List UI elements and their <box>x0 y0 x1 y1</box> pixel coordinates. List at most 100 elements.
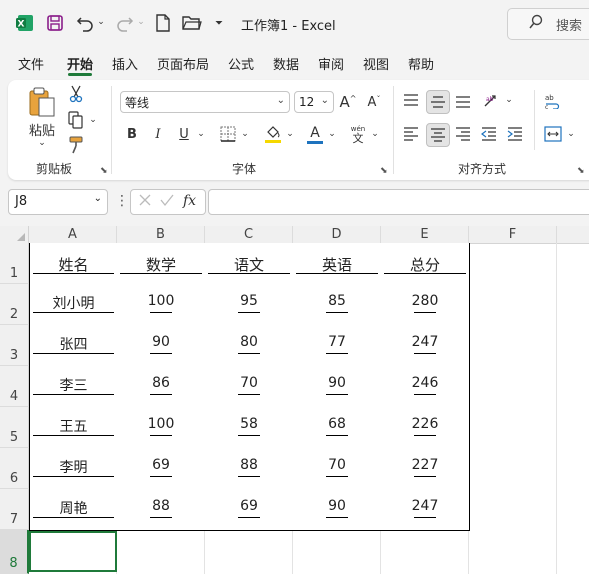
copy-dropdown-icon[interactable]: ⌄ <box>88 113 98 127</box>
table-cell[interactable]: 95 <box>205 284 294 326</box>
tab-page-layout[interactable]: 页面布局 <box>157 54 209 73</box>
table-cell[interactable]: 张四 <box>29 325 118 367</box>
row-header-4[interactable]: 4 <box>0 366 29 407</box>
table-cell[interactable]: 280 <box>381 284 470 326</box>
tab-formulas[interactable]: 公式 <box>228 54 254 73</box>
clipboard-launcher-icon[interactable]: ⬊ <box>100 166 108 176</box>
table-cell[interactable]: 80 <box>205 325 294 367</box>
font-launcher-icon[interactable]: ⬊ <box>380 166 388 176</box>
table-cell[interactable]: 85 <box>293 284 382 326</box>
save-icon[interactable] <box>44 12 66 34</box>
table-cell[interactable]: 90 <box>293 366 382 408</box>
align-center-icon[interactable] <box>426 123 450 147</box>
name-box[interactable]: J8 ⌄ <box>8 189 108 215</box>
header-cell[interactable]: 数学 <box>117 243 206 285</box>
row-header-6[interactable]: 6 <box>0 448 29 489</box>
table-cell[interactable]: 227 <box>381 448 470 490</box>
align-right-icon[interactable] <box>452 123 474 145</box>
underline-dropdown-icon[interactable]: ⌄ <box>196 126 206 142</box>
tab-help[interactable]: 帮助 <box>408 54 434 73</box>
row-header-7[interactable]: 7 <box>0 489 29 530</box>
header-cell[interactable]: 总分 <box>381 243 470 285</box>
header-cell[interactable]: 姓名 <box>29 243 118 285</box>
table-cell[interactable]: 246 <box>381 366 470 408</box>
tab-home[interactable]: 开始 <box>67 54 93 73</box>
borders-dropdown-icon[interactable]: ⌄ <box>240 126 250 142</box>
increase-indent-icon[interactable] <box>504 123 526 145</box>
table-cell[interactable]: 90 <box>293 489 382 531</box>
column-header-d[interactable]: D <box>293 226 381 243</box>
tab-insert[interactable]: 插入 <box>112 54 138 73</box>
borders-icon[interactable] <box>218 124 238 144</box>
new-file-icon[interactable] <box>152 12 174 34</box>
tab-data[interactable]: 数据 <box>273 54 299 73</box>
font-color-dropdown-icon[interactable]: ⌄ <box>327 126 337 142</box>
underline-button[interactable]: U <box>174 123 194 145</box>
fill-color-icon[interactable] <box>262 122 284 146</box>
copy-icon[interactable] <box>66 110 86 130</box>
wrap-text-icon[interactable]: ab c <box>542 90 564 112</box>
table-cell[interactable]: 90 <box>117 325 206 367</box>
increase-font-size-button[interactable]: A ^ <box>338 91 358 113</box>
tab-file[interactable]: 文件 <box>18 54 44 73</box>
search-box[interactable]: 搜索 <box>507 8 589 40</box>
column-header-f[interactable]: F <box>469 226 557 243</box>
fill-color-dropdown-icon[interactable]: ⌄ <box>285 126 295 142</box>
font-name-select[interactable]: 等线 ⌄ <box>120 91 290 113</box>
table-cell[interactable]: 王五 <box>29 407 118 449</box>
row-header-3[interactable]: 3 <box>0 325 29 366</box>
table-cell[interactable]: 李三 <box>29 366 118 408</box>
row-header-8[interactable]: 8 <box>0 530 29 574</box>
tab-review[interactable]: 审阅 <box>318 54 344 73</box>
column-header-c[interactable]: C <box>205 226 293 243</box>
tab-view[interactable]: 视图 <box>363 54 389 73</box>
table-cell[interactable]: 周艳 <box>29 489 118 531</box>
format-painter-icon[interactable] <box>66 135 86 155</box>
row-header-5[interactable]: 5 <box>0 407 29 448</box>
column-header-a[interactable]: A <box>29 226 117 243</box>
table-cell[interactable]: 88 <box>117 489 206 531</box>
table-cell[interactable]: 69 <box>117 448 206 490</box>
header-cell[interactable]: 语文 <box>205 243 294 285</box>
align-left-icon[interactable] <box>400 123 422 145</box>
decrease-font-size-button[interactable]: Aˇ <box>364 91 384 113</box>
worksheet-grid[interactable]: A B C D E F 1 2 3 4 5 6 7 8 姓名 数学 语文 英语 总分 刘小… <box>0 226 589 574</box>
more-options-icon[interactable]: ⋮ <box>115 193 129 209</box>
open-folder-icon[interactable] <box>180 12 204 34</box>
table-cell[interactable]: 226 <box>381 407 470 449</box>
align-middle-icon[interactable] <box>426 90 450 114</box>
table-cell[interactable]: 70 <box>205 366 294 408</box>
align-bottom-icon[interactable] <box>452 90 474 112</box>
table-cell[interactable]: 李明 <box>29 448 118 490</box>
alignment-launcher-icon[interactable]: ⬊ <box>577 166 585 176</box>
table-cell[interactable]: 58 <box>205 407 294 449</box>
row-header-1[interactable]: 1 <box>0 243 29 284</box>
table-cell[interactable]: 100 <box>117 407 206 449</box>
phonetic-dropdown-icon[interactable]: ⌄ <box>370 126 380 142</box>
orientation-dropdown-icon[interactable]: ⌄ <box>504 92 514 108</box>
insert-function-icon[interactable]: fx <box>183 193 196 209</box>
row-header-2[interactable]: 2 <box>0 284 29 325</box>
column-header-b[interactable]: B <box>117 226 205 243</box>
table-cell[interactable]: 70 <box>293 448 382 490</box>
table-cell[interactable]: 68 <box>293 407 382 449</box>
phonetic-guide-button[interactable]: wén 文 <box>346 122 370 146</box>
font-size-select[interactable]: 12 ⌄ <box>294 91 334 113</box>
table-cell[interactable]: 100 <box>117 284 206 326</box>
font-color-icon[interactable]: A <box>304 122 326 146</box>
cut-icon[interactable] <box>66 84 86 104</box>
column-header-e[interactable]: E <box>381 226 469 243</box>
table-cell[interactable]: 247 <box>381 325 470 367</box>
formula-input[interactable] <box>208 189 589 215</box>
paste-button[interactable]: 粘贴 ⌄ <box>24 86 60 148</box>
orientation-icon[interactable]: ab <box>480 90 504 112</box>
merge-dropdown-icon[interactable]: ⌄ <box>566 126 576 142</box>
italic-button[interactable]: I <box>148 123 168 145</box>
table-cell[interactable]: 88 <box>205 448 294 490</box>
undo-icon[interactable] <box>74 12 96 34</box>
select-all-button[interactable] <box>0 226 29 243</box>
align-top-icon[interactable] <box>400 90 422 112</box>
bold-button[interactable]: B <box>122 123 142 145</box>
decrease-indent-icon[interactable] <box>478 123 500 145</box>
header-cell[interactable]: 英语 <box>293 243 382 285</box>
